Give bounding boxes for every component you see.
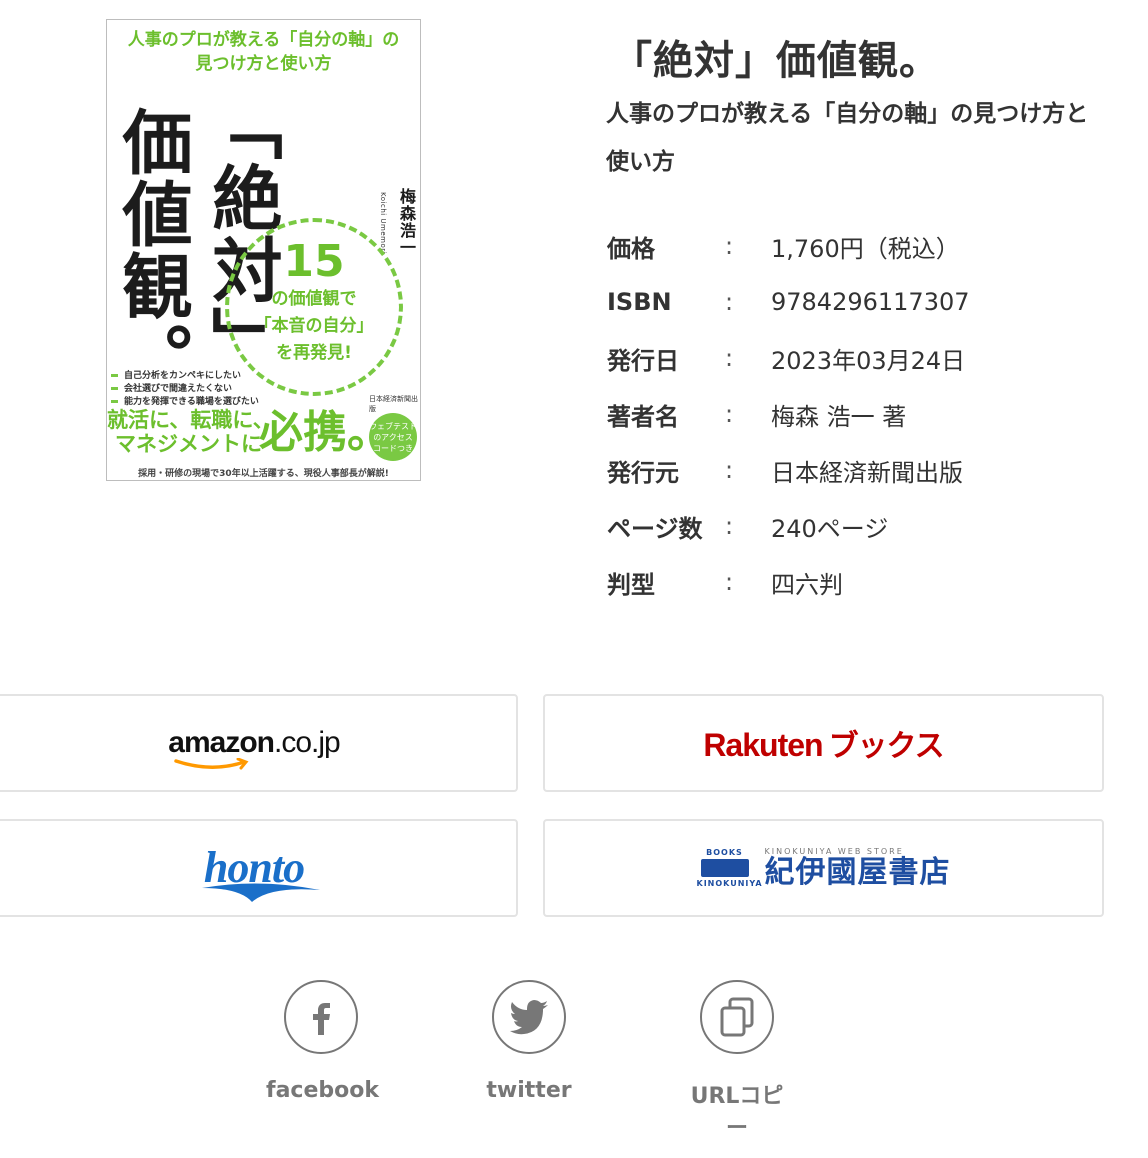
info-row-format: 判型 : 四六判 bbox=[607, 554, 970, 610]
facebook-icon bbox=[284, 980, 358, 1054]
info-label: 著者名 bbox=[607, 402, 679, 431]
info-row-price: 価格 : 1,760円（税込） bbox=[607, 218, 970, 274]
cover-badge: ウェブテスト のアクセス コードつき bbox=[369, 413, 417, 461]
info-colon: : bbox=[725, 288, 734, 316]
info-label: 判型 bbox=[607, 570, 655, 599]
amazon-smile-icon bbox=[174, 758, 249, 770]
book-title: 「絶対」価値観。 bbox=[612, 38, 940, 84]
share-twitter-label: twitter bbox=[486, 1078, 572, 1103]
cover-badge-line2: のアクセス bbox=[373, 432, 413, 442]
info-label: 発行元 bbox=[607, 458, 679, 487]
cover-circle-line1: の価値観で bbox=[271, 289, 357, 309]
honto-store-button[interactable]: honto bbox=[0, 819, 518, 917]
kinokuniya-mark-bottom: KINOKUNIYA bbox=[696, 879, 763, 888]
cover-subtitle-line1: 人事のプロが教える「自分の軸」の bbox=[127, 30, 400, 50]
amazon-store-button[interactable]: amazon.co.jp bbox=[0, 694, 518, 792]
copy-url-label: URLコピー bbox=[690, 1084, 784, 1141]
info-value: 1,760円（税込） bbox=[771, 234, 960, 263]
cover-subtitle: 人事のプロが教える「自分の軸」の 見つけ方と使い方 bbox=[107, 28, 420, 76]
book-info-table: 価格 : 1,760円（税込） ISBN : 9784296117307 発行日… bbox=[607, 218, 970, 610]
copy-url-button[interactable]: URLコピー bbox=[682, 980, 792, 1142]
cover-circle-number: 15 bbox=[283, 236, 345, 287]
kinokuniya-books-mark: BOOKS KINOKUNIYA bbox=[696, 848, 763, 888]
book-cover: 人事のプロが教える「自分の軸」の 見つけ方と使い方 「絶対」 価値観。 梅森浩一… bbox=[106, 19, 421, 481]
info-row-isbn: ISBN : 9784296117307 bbox=[607, 274, 970, 330]
share-twitter-button[interactable]: twitter bbox=[474, 980, 584, 1103]
cover-title-col2: 価値観。 bbox=[111, 106, 193, 394]
kinokuniya-logo: BOOKS KINOKUNIYA KINOKUNIYA WEB STORE 紀伊… bbox=[697, 847, 951, 890]
book-subtitle: 人事のプロが教える「自分の軸」の見つけ方と使い方 bbox=[606, 101, 1089, 175]
copy-icon bbox=[700, 980, 774, 1054]
kinokuniya-jp: 紀伊國屋書店 bbox=[764, 854, 951, 890]
info-colon: : bbox=[725, 456, 734, 484]
rakuten-logo-main: Rakuten bbox=[703, 727, 823, 763]
share-facebook-label: facebook bbox=[266, 1078, 379, 1103]
kinokuniya-book-icon bbox=[700, 859, 749, 877]
cover-badge-line1: ウェブテスト bbox=[369, 421, 417, 431]
info-value: 240ページ bbox=[771, 514, 889, 543]
info-row-pages: ページ数 : 240ページ bbox=[607, 498, 970, 554]
info-label: 価格 bbox=[607, 234, 655, 263]
info-label: ISBN bbox=[607, 288, 672, 316]
cover-check-item: 会社選びで間違えたくない bbox=[111, 383, 259, 396]
kinokuniya-store-button[interactable]: BOOKS KINOKUNIYA KINOKUNIYA WEB STORE 紀伊… bbox=[543, 819, 1104, 917]
rakuten-books-store-button[interactable]: Rakuten ブックス bbox=[543, 694, 1104, 792]
cover-subtitle-line2: 見つけ方と使い方 bbox=[195, 54, 332, 74]
twitter-icon bbox=[492, 980, 566, 1054]
info-row-author: 著者名 : 梅森 浩一 著 bbox=[607, 386, 970, 442]
cover-badge-line3: コードつき bbox=[373, 443, 413, 453]
info-value: 9784296117307 bbox=[771, 288, 970, 316]
kinokuniya-mark-top: BOOKS bbox=[706, 848, 743, 857]
info-row-release-date: 発行日 : 2023年03月24日 bbox=[607, 330, 970, 386]
info-colon: : bbox=[725, 232, 734, 260]
info-colon: : bbox=[725, 400, 734, 428]
rakuten-books-logo: Rakuten ブックス bbox=[703, 721, 945, 765]
info-row-publisher: 発行元 : 日本経済新聞出版 bbox=[607, 442, 970, 498]
amazon-logo-main: amazon bbox=[168, 726, 275, 759]
cover-tagline-line2: マネジメントに bbox=[115, 432, 262, 456]
cover-tagline-line1: 就活に、転職に、 bbox=[107, 408, 274, 432]
cover-circle-line2: 「本音の自分」 bbox=[254, 316, 374, 336]
cover-circle-line3: を再発見! bbox=[276, 343, 352, 363]
info-colon: : bbox=[725, 344, 734, 372]
cover-bottom-text: 採用・研修の現場で30年以上活躍する、現役人事部長が解説! bbox=[138, 469, 389, 479]
info-value: 日本経済新聞出版 bbox=[771, 458, 963, 487]
info-value: 梅森 浩一 著 bbox=[771, 402, 907, 431]
honto-swoosh-icon bbox=[201, 883, 320, 902]
cover-checklist: 自己分析をカンペキにしたい 会社選びで間違えたくない 能力を発揮できる職場を選び… bbox=[111, 370, 259, 409]
cover-check-item: 自己分析をカンペキにしたい bbox=[111, 370, 259, 383]
amazon-logo-suffix: .co.jp bbox=[273, 726, 341, 759]
honto-logo: honto bbox=[201, 846, 320, 902]
info-label: 発行日 bbox=[607, 346, 679, 375]
share-facebook-button[interactable]: facebook bbox=[266, 980, 379, 1103]
cover-author: 梅森浩一 bbox=[397, 188, 416, 256]
info-colon: : bbox=[725, 568, 734, 596]
info-value: 2023年03月24日 bbox=[771, 346, 966, 375]
info-value: 四六判 bbox=[771, 570, 843, 599]
amazon-logo: amazon.co.jp bbox=[168, 726, 341, 770]
info-label: ページ数 bbox=[607, 514, 703, 543]
info-colon: : bbox=[725, 512, 734, 540]
kinokuniya-wordmark: KINOKUNIYA WEB STORE 紀伊國屋書店 bbox=[765, 847, 951, 890]
rakuten-logo-kana: ブックス bbox=[828, 730, 945, 763]
